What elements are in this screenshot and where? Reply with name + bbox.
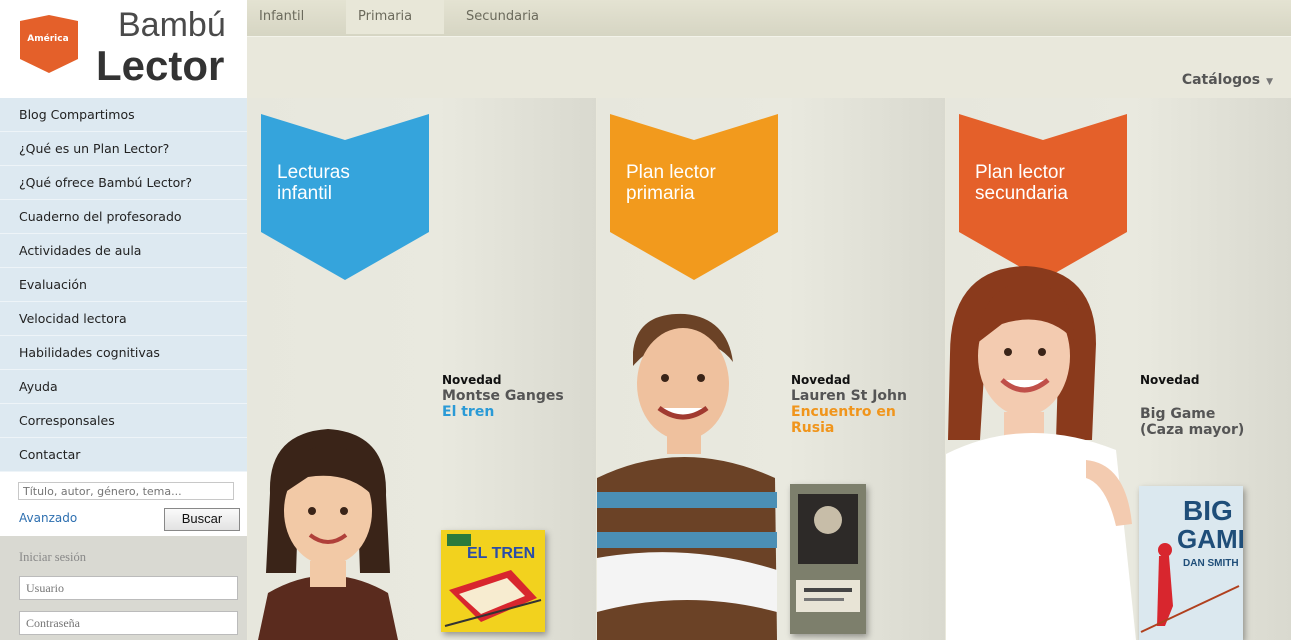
cover-game-text: GAME — [1177, 524, 1243, 554]
chevron-down-icon: ▼ — [1266, 77, 1273, 87]
tab-infantil[interactable]: Infantil — [247, 0, 316, 34]
novedad-author: Lauren St John — [791, 388, 907, 404]
novedad-title[interactable]: El tren — [442, 404, 494, 420]
banner-line1: Lecturas — [277, 162, 350, 183]
book-cover-encuentro-en-rusia[interactable] — [790, 484, 866, 634]
child-photo-girl — [258, 429, 398, 640]
tab-primaria[interactable]: Primaria — [346, 0, 444, 34]
sidebar-item-corresponsales[interactable]: Corresponsales — [0, 404, 247, 438]
banner-primaria-text: Plan lector primaria — [626, 162, 716, 204]
catalogs-dropdown[interactable]: Catálogos ▼ — [1182, 72, 1273, 88]
banner-line2: secundaria — [975, 183, 1068, 204]
novedad-label: Novedad — [791, 373, 851, 387]
password-field[interactable] — [19, 611, 238, 635]
panel-secundaria[interactable]: Plan lector secundaria Novedad Big Game … — [946, 98, 1291, 640]
logo-brand-line1: Bambú — [118, 6, 226, 44]
banner-line1: Plan lector — [626, 162, 716, 183]
sidebar-item-cuaderno[interactable]: Cuaderno del profesorado — [0, 200, 247, 234]
novedad-title[interactable]: Encuentro en Rusia — [791, 404, 896, 436]
banner-line2: infantil — [277, 183, 332, 204]
sidebar-item-ayuda[interactable]: Ayuda — [0, 370, 247, 404]
panel-primaria[interactable]: Plan lector primaria Novedad Lauren St J… — [597, 98, 945, 640]
sidebar-item-contactar[interactable]: Contactar — [0, 438, 247, 472]
novedad-label: Novedad — [442, 373, 502, 387]
sidebar-item-actividades[interactable]: Actividades de aula — [0, 234, 247, 268]
logo-badge: América — [27, 34, 69, 44]
sidebar-item-que-es[interactable]: ¿Qué es un Plan Lector? — [0, 132, 247, 166]
cover-author-text: DAN SMITH — [1183, 558, 1239, 569]
banner-line1: Plan lector — [975, 162, 1065, 183]
book-cover-big-game[interactable]: BIG GAME DAN SMITH — [1139, 486, 1243, 640]
login-panel: Iniciar sesión — [0, 536, 247, 640]
teen-photo-girl — [946, 266, 1136, 640]
sidebar-item-evaluacion[interactable]: Evaluación — [0, 268, 247, 302]
login-title: Iniciar sesión — [19, 550, 86, 564]
novedad-title-line2: Rusia — [791, 420, 835, 436]
novedad-author: Montse Ganges — [442, 388, 564, 404]
novedad-title-line2: (Caza mayor) — [1140, 422, 1245, 438]
sidebar-item-blog[interactable]: Blog Compartimos — [0, 98, 247, 132]
novedad-title-line1: Encuentro en — [791, 404, 896, 420]
cover-big-text: BIG — [1183, 495, 1233, 526]
advanced-search-link[interactable]: Avanzado — [19, 511, 77, 525]
novedad-label: Novedad — [1140, 373, 1200, 387]
sidebar-item-que-ofrece[interactable]: ¿Qué ofrece Bambú Lector? — [0, 166, 247, 200]
sidebar-item-velocidad[interactable]: Velocidad lectora — [0, 302, 247, 336]
catalogs-label: Catálogos — [1181, 72, 1261, 88]
banner-line2: primaria — [626, 183, 695, 204]
banner-secundaria-text: Plan lector secundaria — [975, 162, 1068, 204]
sidebar-item-habilidades[interactable]: Habilidades cognitivas — [0, 336, 247, 370]
child-photo-boy — [597, 313, 777, 640]
logo-shield-icon — [20, 15, 78, 73]
novedad-title[interactable]: Big Game (Caza mayor) — [1140, 406, 1244, 438]
cover-title-text: EL TREN — [467, 545, 535, 562]
logo-brand-line2: Lector — [96, 42, 225, 89]
search-panel: Avanzado Buscar — [0, 472, 247, 536]
tab-secundaria[interactable]: Secundaria — [454, 0, 551, 34]
site-logo[interactable]: América Bambú Lector — [0, 0, 247, 98]
novedad-title-line1: Big Game — [1140, 406, 1216, 422]
banner-infantil-text: Lecturas infantil — [277, 162, 350, 204]
search-input[interactable] — [18, 482, 234, 500]
book-cover-el-tren[interactable]: EL TREN — [441, 530, 545, 632]
panel-infantil[interactable]: Lecturas infantil Novedad Montse Ganges … — [248, 98, 596, 640]
search-button[interactable]: Buscar — [164, 508, 240, 531]
username-field[interactable] — [19, 576, 238, 600]
